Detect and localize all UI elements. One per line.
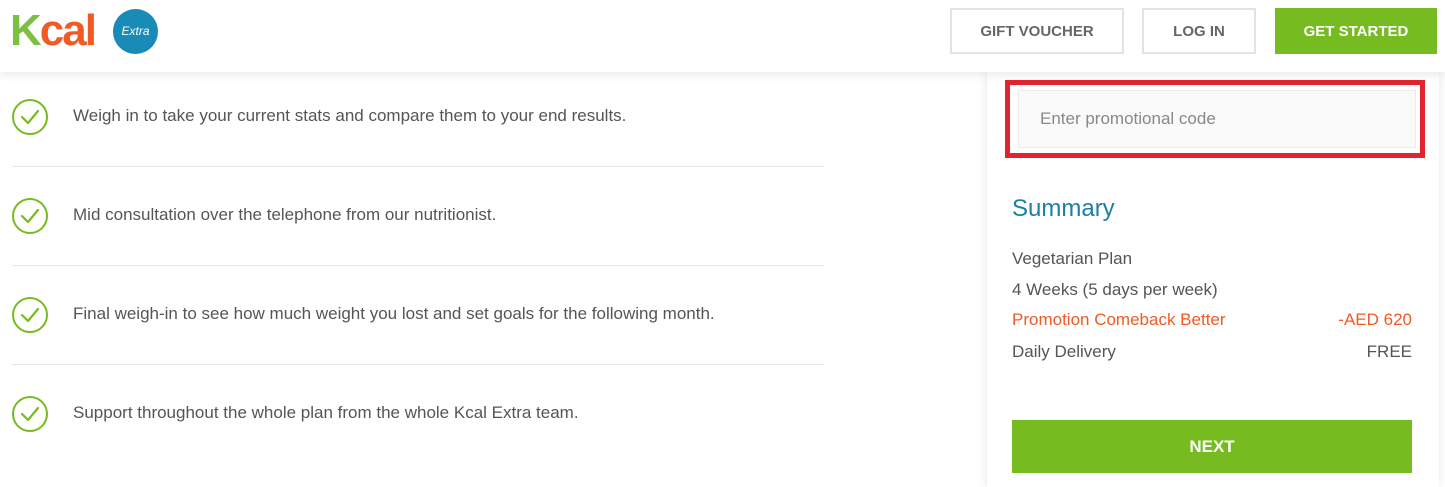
feature-text: Mid consultation over the telephone from… — [73, 205, 497, 224]
checkmark-icon — [12, 198, 48, 234]
feature-text: Weigh in to take your current stats and … — [73, 106, 627, 125]
promotion-value: -AED 620 — [1338, 310, 1412, 329]
summary-title: Summary — [1012, 195, 1115, 222]
gift-voucher-button[interactable]: GIFT VOUCHER — [950, 8, 1124, 54]
checkmark-icon — [12, 297, 48, 333]
logo-extra-badge: Extra — [113, 9, 158, 54]
feature-item: Mid consultation over the telephone from… — [12, 167, 824, 266]
delivery-label: Daily Delivery — [1012, 342, 1116, 361]
plan-name: Vegetarian Plan — [1012, 249, 1133, 268]
site-header: Kcal Extra GIFT VOUCHER LOG IN GET START… — [0, 0, 1445, 72]
kcal-extra-logo[interactable]: Kcal Extra — [10, 6, 160, 56]
get-started-button[interactable]: GET STARTED — [1275, 8, 1437, 54]
feature-text: Support throughout the whole plan from t… — [73, 403, 579, 422]
logo-cal: cal — [39, 6, 97, 55]
delivery-value: FREE — [1366, 342, 1412, 361]
feature-item: Weigh in to take your current stats and … — [12, 68, 824, 167]
summary-duration: 4 Weeks (5 days per week) — [1012, 280, 1412, 300]
plan-duration: 4 Weeks (5 days per week) — [1012, 280, 1218, 299]
promotion-label: Promotion Comeback Better — [1012, 310, 1226, 329]
checkmark-icon — [12, 99, 48, 135]
feature-item: Support throughout the whole plan from t… — [12, 365, 824, 464]
checkmark-icon — [12, 396, 48, 432]
promo-code-highlight — [1005, 80, 1425, 158]
next-button[interactable]: NEXT — [1012, 420, 1412, 473]
summary-promotion: Promotion Comeback Better -AED 620 — [1012, 310, 1412, 330]
feature-item: Final weigh-in to see how much weight yo… — [12, 266, 824, 365]
summary-delivery: Daily Delivery FREE — [1012, 342, 1412, 362]
log-in-button[interactable]: LOG IN — [1142, 8, 1256, 54]
promo-code-input[interactable] — [1018, 90, 1416, 148]
summary-plan: Vegetarian Plan — [1012, 249, 1412, 269]
logo-k: K — [10, 6, 42, 55]
feature-text: Final weigh-in to see how much weight yo… — [73, 304, 715, 323]
